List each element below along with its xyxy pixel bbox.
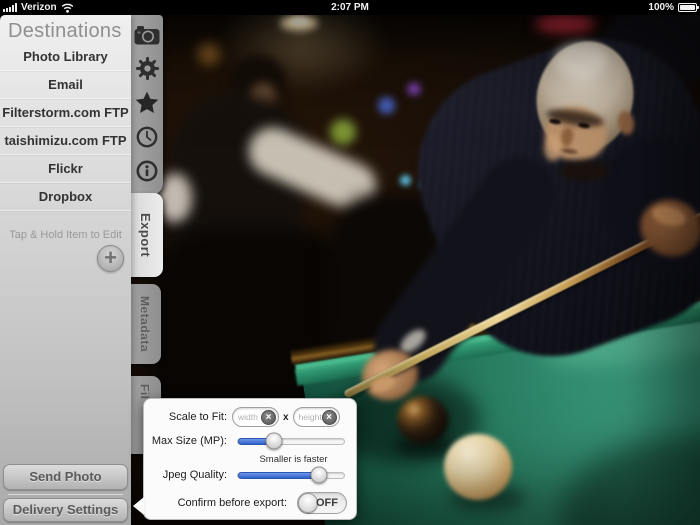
scale-to-fit-label: Scale to Fit: [168, 411, 227, 423]
height-field[interactable]: × [292, 407, 340, 427]
confirm-export-toggle[interactable]: OFF [297, 492, 347, 514]
jpeg-quality-row: Jpeg Quality: [144, 463, 358, 487]
jpeg-quality-slider-thumb[interactable] [310, 466, 328, 484]
dark-billiard-ball [397, 396, 449, 444]
app-screen: Verizon 2:07 PM 100% Export Metadata Fil… [0, 0, 700, 525]
bokeh-light [198, 43, 220, 65]
camera-icon [134, 25, 160, 44]
scale-to-fit-row: Scale to Fit: × x × [144, 405, 358, 429]
player-face [544, 135, 562, 161]
jpeg-quality-slider[interactable] [237, 466, 345, 484]
clear-height-button[interactable]: × [321, 410, 337, 425]
destinations-panel: Destinations Photo Library Email Filters… [0, 15, 131, 525]
bokeh-light [378, 97, 395, 114]
destination-photo-library[interactable]: Photo Library [0, 43, 131, 71]
toggle-knob [298, 493, 318, 513]
toggle-state-label: OFF [316, 497, 338, 509]
battery-icon [678, 3, 699, 12]
popover-arrow [133, 497, 144, 515]
max-size-slider-thumb[interactable] [265, 432, 283, 450]
slider-fill [238, 471, 319, 479]
status-right: 100% [648, 0, 699, 15]
confirm-export-label: Confirm before export: [177, 497, 287, 509]
add-destination-button[interactable]: + [97, 245, 124, 272]
tap-hold-hint: Tap & Hold Item to Edit [9, 229, 122, 241]
tab-history[interactable] [134, 124, 160, 149]
player-head [555, 43, 607, 77]
destination-dropbox[interactable]: Dropbox [0, 183, 131, 211]
battery-percent-label: 100% [648, 2, 674, 13]
destinations-list: Photo Library Email Filterstorm.com FTP … [0, 43, 131, 211]
width-field[interactable]: × [232, 407, 279, 427]
cream-billiard-ball [444, 434, 512, 500]
send-photo-button[interactable]: Send Photo [3, 464, 128, 490]
bokeh-light [330, 119, 356, 145]
height-input[interactable] [298, 408, 325, 426]
clock-label: 2:07 PM [331, 2, 369, 13]
tab-info[interactable] [134, 158, 160, 183]
gear-icon [135, 57, 159, 80]
jpeg-quality-label: Jpeg Quality: [162, 469, 227, 481]
player-face [560, 161, 610, 181]
bokeh-light [400, 175, 411, 186]
dimension-separator: x [283, 411, 289, 423]
star-icon [135, 91, 159, 113]
panel-title: Destinations [8, 20, 122, 42]
info-icon [136, 160, 158, 181]
tab-metadata[interactable]: Metadata [128, 284, 161, 364]
tab-favorites[interactable] [134, 90, 160, 115]
max-size-row: Max Size (MP): [144, 429, 358, 453]
delivery-settings-button[interactable]: Delivery Settings [3, 498, 128, 522]
max-size-label: Max Size (MP): [151, 435, 227, 447]
background-person [158, 173, 192, 223]
delivery-settings-popover: Scale to Fit: × x × Max Size (MP): Small… [133, 398, 358, 520]
ceiling-lamp [290, 17, 308, 26]
destination-filterstorm-ftp[interactable]: Filterstorm.com FTP [0, 99, 131, 127]
bokeh-light [535, 15, 595, 33]
confirm-export-row: Confirm before export: OFF [144, 491, 358, 515]
clear-width-button[interactable]: × [261, 410, 276, 425]
tab-export[interactable]: Export [128, 193, 163, 277]
divider [8, 494, 123, 495]
destination-flickr[interactable]: Flickr [0, 155, 131, 183]
clock-icon [136, 126, 158, 147]
destination-email[interactable]: Email [0, 71, 131, 99]
max-size-slider[interactable] [237, 432, 345, 450]
tab-camera[interactable] [134, 22, 160, 47]
status-bar: Verizon 2:07 PM 100% [0, 0, 700, 15]
tab-settings[interactable] [134, 56, 160, 81]
tool-tab-rail [131, 15, 163, 195]
destination-taishimizu-ftp[interactable]: taishimizu.com FTP [0, 127, 131, 155]
bokeh-light [408, 83, 420, 95]
